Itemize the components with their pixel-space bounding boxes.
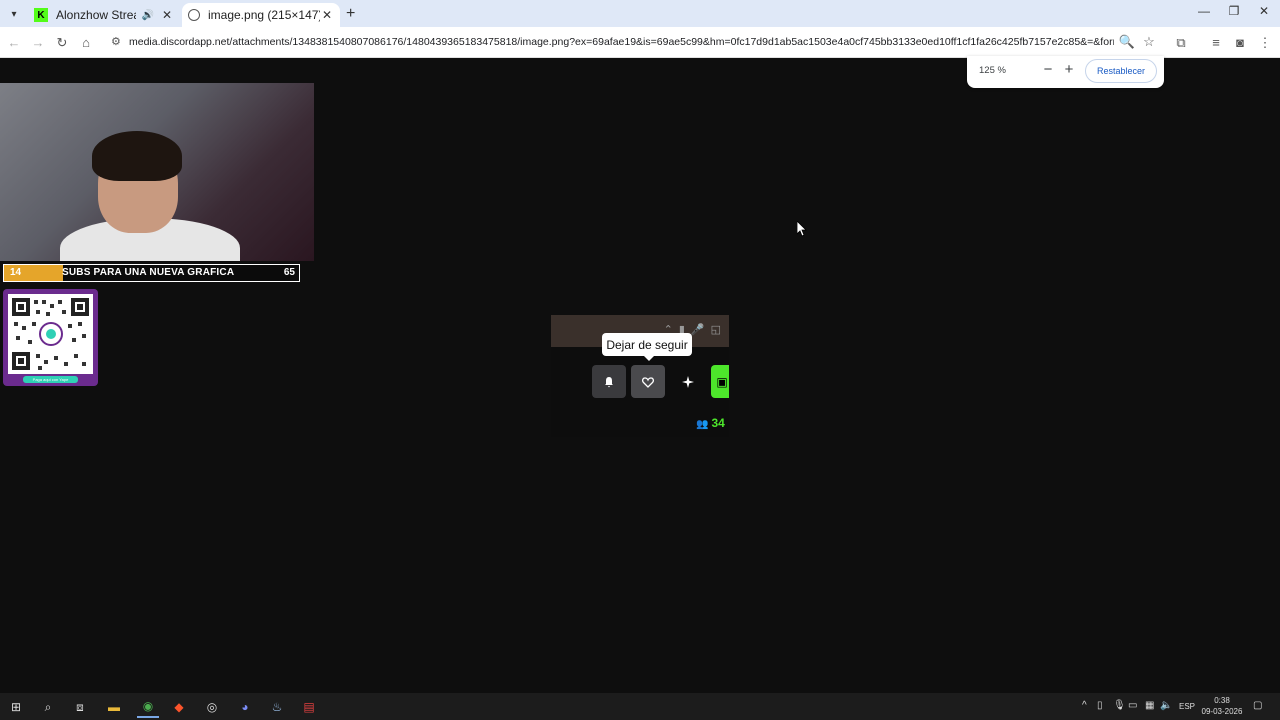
tab-image[interactable]: image.png (215×147) ✕ bbox=[182, 3, 340, 27]
kick-logo-icon: K bbox=[34, 8, 48, 22]
microphone-icon[interactable]: 🎙 bbox=[1113, 700, 1126, 711]
speaker-icon[interactable]: 🔊 bbox=[142, 10, 154, 21]
zoom-magnifier-icon[interactable]: 🔍 bbox=[1118, 33, 1136, 51]
tray-chevron-icon[interactable]: ^ bbox=[1082, 700, 1087, 711]
windows-taskbar: ⊞ ⌕ ⧈ ▬ ◉ ◆ ◎ ◕ ♨ ▤ ^ ▯ 🎙 ▭ ▦ 🔈 ESP 0:38… bbox=[0, 693, 1280, 720]
tab-stream[interactable]: K Alonzhow Stream - Watch l 🔊 ✕ bbox=[28, 3, 180, 27]
subscribe-button[interactable]: ▣ bbox=[711, 365, 729, 398]
search-icon[interactable]: ⌕ bbox=[37, 696, 59, 718]
qr-code-image bbox=[8, 294, 93, 374]
zoom-out-button[interactable]: − bbox=[1040, 61, 1056, 78]
tray-app-icon[interactable]: ▯ bbox=[1097, 700, 1103, 711]
tab-bar: ▾ K Alonzhow Stream - Watch l 🔊 ✕ image.… bbox=[0, 0, 1280, 27]
extensions-icon[interactable]: ⧉ bbox=[1172, 34, 1190, 52]
goal-current: 14 bbox=[10, 267, 22, 278]
start-windows-icon[interactable]: ⊞ bbox=[5, 696, 27, 718]
gift-icon: ▣ bbox=[716, 374, 728, 389]
minimize-icon[interactable]: — bbox=[1190, 4, 1218, 18]
viewer-count-value: 34 bbox=[711, 416, 725, 430]
menu-dots-icon[interactable]: ⋮ bbox=[1256, 34, 1274, 52]
unfollow-tooltip: Dejar de seguir bbox=[602, 333, 692, 361]
zoom-in-button[interactable]: + bbox=[1061, 61, 1077, 78]
browser-toolbar: ← → ↻ ⌂ ⚙ media.discordapp.net/attachmen… bbox=[0, 27, 1280, 58]
tab-search-chevron-icon[interactable]: ▾ bbox=[4, 4, 24, 24]
network-icon[interactable]: ▦ bbox=[1145, 700, 1154, 711]
goal-label: SUBS PARA UNA NUEVA GRAFICA bbox=[62, 267, 235, 278]
system-clock[interactable]: 0:38 09-03-2026 bbox=[1200, 695, 1244, 717]
clock-time: 0:38 bbox=[1214, 696, 1230, 705]
reset-zoom-button[interactable]: Restablecer bbox=[1085, 59, 1157, 83]
sub-goal-bar: 14 SUBS PARA UNA NUEVA GRAFICA 65 bbox=[3, 264, 300, 282]
zoom-level: 125 % bbox=[979, 65, 1006, 76]
discord-icon[interactable]: ◕ bbox=[234, 696, 256, 718]
globe-icon bbox=[188, 9, 200, 21]
viewer-count: 👥 34 bbox=[696, 416, 725, 430]
site-info-icon[interactable]: ⚙ bbox=[111, 35, 121, 48]
tab-title: Alonzhow Stream - Watch l bbox=[56, 8, 136, 22]
notifications-icon[interactable]: ▢ bbox=[1253, 700, 1262, 711]
profile-avatar-icon[interactable]: ◙ bbox=[1231, 34, 1249, 52]
forward-arrow-icon[interactable]: → bbox=[29, 34, 47, 52]
close-tab-icon[interactable]: ✕ bbox=[160, 8, 174, 22]
sparkle-button[interactable] bbox=[671, 365, 705, 398]
restore-icon[interactable]: ❐ bbox=[1220, 4, 1248, 18]
unfollow-heart-button[interactable] bbox=[631, 365, 665, 398]
bell-icon bbox=[605, 376, 613, 387]
tab-title: image.png (215×147) bbox=[208, 8, 320, 22]
chrome-icon[interactable]: ◉ bbox=[137, 696, 159, 718]
notification-bell-button[interactable] bbox=[592, 365, 626, 398]
steam-icon[interactable]: ♨ bbox=[266, 696, 288, 718]
voicemeeter-icon[interactable]: ▤ bbox=[298, 696, 320, 718]
brave-icon[interactable]: ◆ bbox=[168, 696, 190, 718]
kick-controls-screenshot: ⌃▮🎤◱ Dejar de seguir ▣ 👥 34 bbox=[551, 315, 729, 437]
task-view-icon[interactable]: ⧈ bbox=[69, 696, 91, 718]
webcam-image bbox=[0, 83, 314, 261]
zoom-popup: 125 % − + Restablecer bbox=[967, 56, 1164, 88]
media-controls-icon[interactable]: ≡ bbox=[1207, 34, 1225, 52]
viewers-icon: 👥 bbox=[696, 419, 709, 430]
display-icon[interactable]: ▭ bbox=[1128, 700, 1137, 711]
clock-date: 09-03-2026 bbox=[1201, 707, 1243, 716]
close-tab-icon[interactable]: ✕ bbox=[320, 8, 334, 22]
language-indicator[interactable]: ESP bbox=[1179, 702, 1195, 711]
bookmark-star-icon[interactable]: ☆ bbox=[1140, 33, 1158, 51]
close-window-icon[interactable]: ✕ bbox=[1250, 4, 1278, 18]
goal-target: 65 bbox=[283, 267, 295, 278]
url-text[interactable]: media.discordapp.net/attachments/1348381… bbox=[129, 36, 1114, 48]
file-explorer-icon[interactable]: ▬ bbox=[103, 696, 125, 718]
home-icon[interactable]: ⌂ bbox=[77, 34, 95, 52]
sparkle-icon bbox=[682, 375, 694, 388]
reload-icon[interactable]: ↻ bbox=[53, 34, 71, 52]
qr-code-card: Paga aqui con Yape bbox=[3, 289, 98, 386]
obs-icon[interactable]: ◎ bbox=[201, 696, 223, 718]
address-bar[interactable]: ⚙ media.discordapp.net/attachments/13483… bbox=[104, 30, 1166, 55]
new-tab-plus-icon[interactable]: + bbox=[346, 5, 355, 23]
person-hair bbox=[92, 131, 182, 181]
back-arrow-icon[interactable]: ← bbox=[5, 34, 23, 52]
volume-icon[interactable]: 🔈 bbox=[1160, 700, 1172, 711]
qr-caption: Paga aqui con Yape bbox=[23, 376, 78, 383]
broken-heart-icon bbox=[642, 376, 654, 388]
